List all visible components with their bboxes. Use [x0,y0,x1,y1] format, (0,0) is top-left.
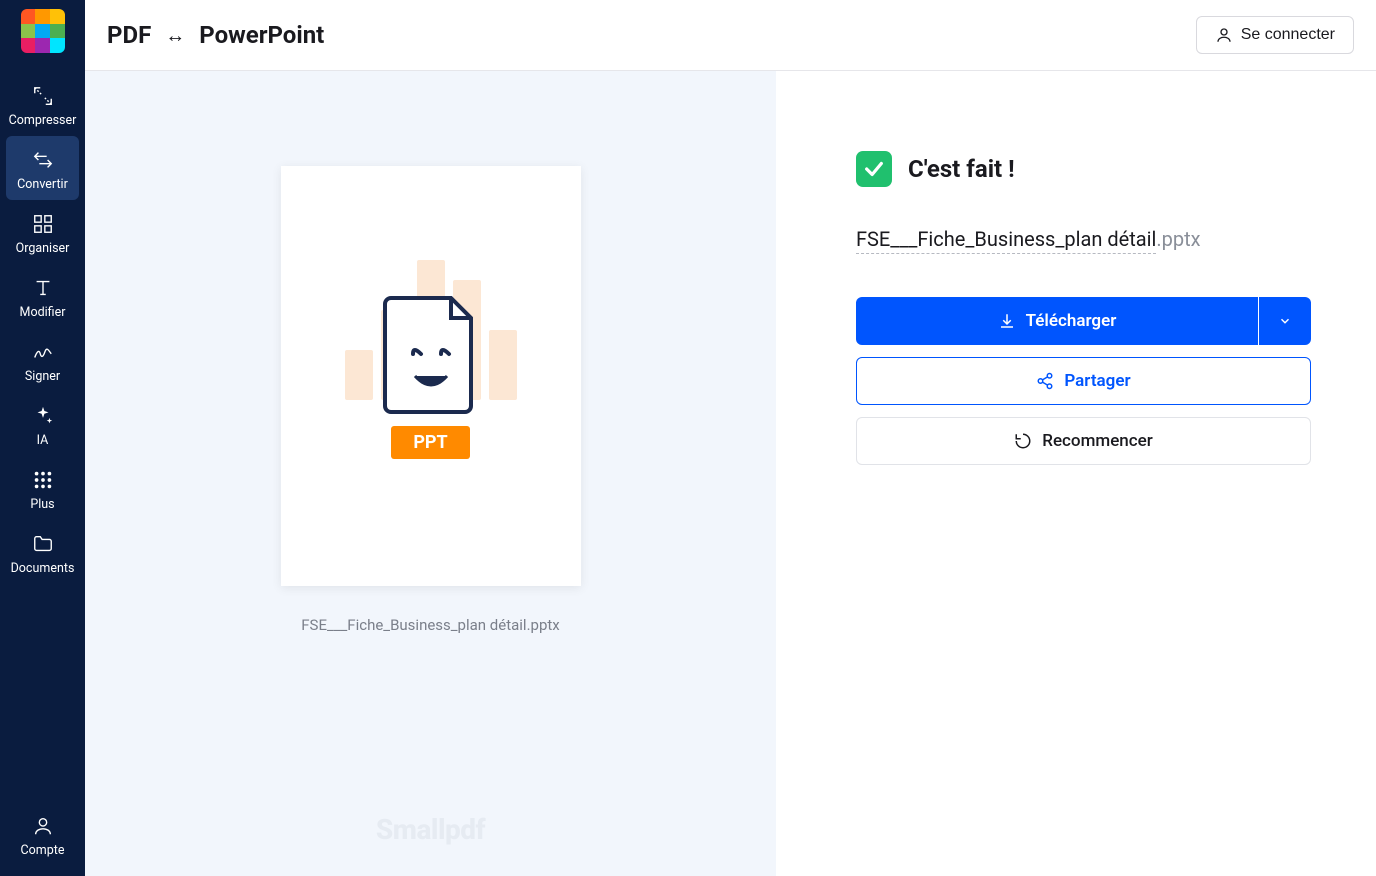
sidebar-item-more[interactable]: Plus [0,456,85,520]
actions-pane: C'est fait ! FSE___Fiche_Business_plan d… [776,71,1376,876]
title-left: PDF [107,21,151,49]
result-filename[interactable]: FSE___Fiche_Business_plan détail.pptx [856,227,1311,251]
filename-ext: .pptx [1156,227,1200,251]
convert-icon [31,148,55,172]
sidebar-item-convert[interactable]: Convertir [6,136,79,200]
login-label: Se connecter [1241,26,1335,44]
sidebar-item-label: IA [37,433,49,448]
sidebar-item-label: Compresser [9,113,77,128]
page-title: PDF ↔ PowerPoint [107,21,324,49]
title-right: PowerPoint [199,21,324,49]
sidebar-item-documents[interactable]: Documents [0,520,85,584]
restart-button[interactable]: Recommencer [856,417,1311,465]
sidebar-item-modify[interactable]: Modifier [0,264,85,328]
sidebar-item-compress[interactable]: Compresser [0,72,85,136]
download-dropdown-button[interactable] [1259,297,1311,345]
text-icon [31,276,55,300]
folder-icon [31,532,55,556]
sidebar-item-ai[interactable]: IA [0,392,85,456]
done-text: C'est fait ! [908,155,1015,183]
preview-filename: FSE___Fiche_Business_plan détail.pptx [301,616,559,634]
app-logo[interactable] [21,9,65,53]
share-icon [1036,372,1054,390]
swap-icon: ↔ [165,23,185,48]
sidebar-item-label: Documents [11,561,75,576]
preview-card: PPT [281,166,581,586]
organize-icon [31,212,55,236]
share-label: Partager [1064,371,1130,391]
restart-label: Recommencer [1042,431,1153,451]
sidebar-item-label: Convertir [17,177,68,192]
ppt-badge: PPT [391,426,469,459]
share-button[interactable]: Partager [856,357,1311,405]
check-icon [856,151,892,187]
file-illustration: PPT [383,294,479,459]
header: PDF ↔ PowerPoint Se connecter [85,0,1376,71]
filename-base: FSE___Fiche_Business_plan détail [856,227,1156,254]
download-label: Télécharger [1026,311,1117,331]
sidebar-item-organize[interactable]: Organiser [0,200,85,264]
sparkle-icon [31,404,55,428]
download-icon [998,312,1016,330]
sidebar-item-sign[interactable]: Signer [0,328,85,392]
preview-pane: PPT FSE___Fiche_Business_plan détail.ppt… [85,71,776,876]
sidebar-item-label: Plus [30,497,54,512]
signature-icon [31,340,55,364]
chevron-down-icon [1278,314,1292,328]
watermark: Smallpdf [376,813,485,846]
grid-icon [31,468,55,492]
sidebar-item-label: Modifier [20,305,66,320]
sidebar-item-label: Organiser [16,241,70,256]
user-icon [1215,26,1233,44]
sidebar: Compresser Convertir Organiser Modifier [0,0,85,876]
sidebar-item-label: Compte [21,843,65,858]
login-button[interactable]: Se connecter [1196,16,1354,54]
sidebar-item-label: Signer [25,369,60,384]
download-button[interactable]: Télécharger [856,297,1258,345]
restart-icon [1014,432,1032,450]
sidebar-item-account[interactable]: Compte [0,802,85,866]
user-icon [31,814,55,838]
compress-icon [31,84,55,108]
